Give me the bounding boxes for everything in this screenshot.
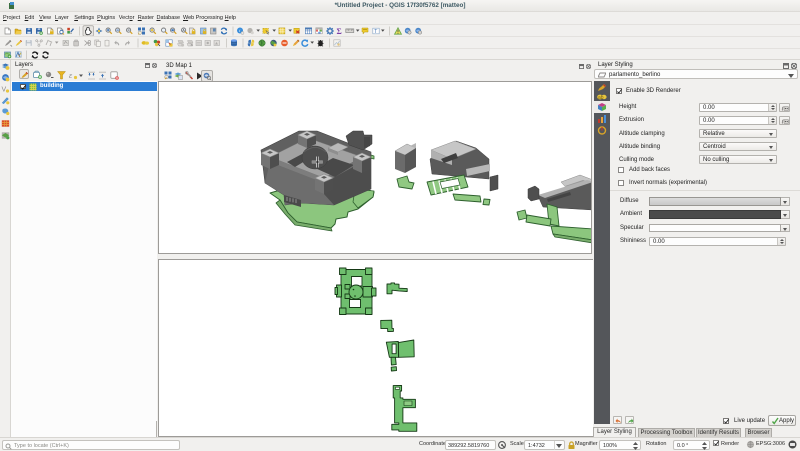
svg-text:ε: ε — [69, 71, 73, 80]
svg-text:T: T — [374, 29, 377, 35]
svg-text:V: V — [2, 87, 7, 94]
svg-text:ab: ab — [598, 95, 604, 101]
svg-text:Σ: Σ — [337, 27, 342, 36]
